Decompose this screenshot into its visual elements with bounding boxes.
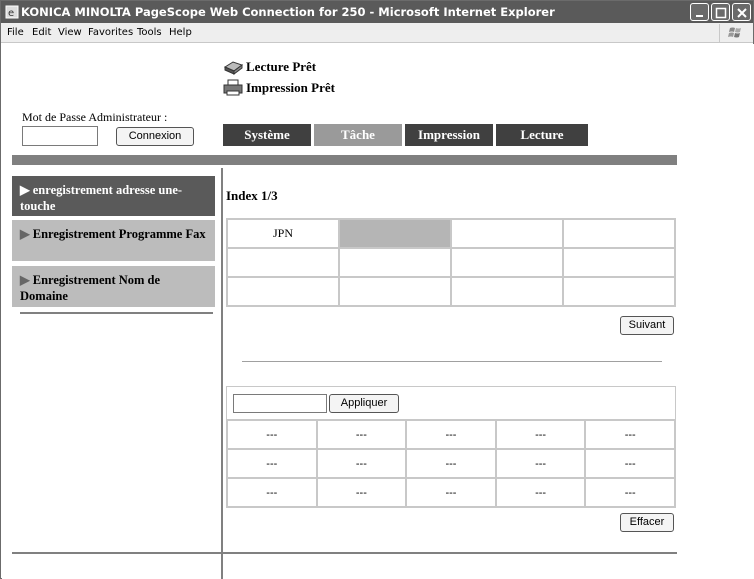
menu-view[interactable]: View (58, 27, 82, 38)
entry-cell[interactable]: --- (585, 478, 675, 507)
apply-row: Appliquer (226, 386, 676, 420)
table-row: --- --- --- --- --- (227, 449, 675, 478)
entry-cell[interactable]: --- (227, 420, 317, 449)
maximize-button[interactable] (711, 3, 730, 21)
entry-cell[interactable]: --- (406, 420, 496, 449)
header-divider-bar (12, 155, 677, 165)
ie-app-icon: e (5, 5, 19, 19)
entry-cell[interactable]: --- (495, 449, 586, 478)
entry-cell[interactable]: --- (495, 420, 586, 449)
tab-impression[interactable]: Impression (405, 124, 493, 146)
entry-cell[interactable]: --- (406, 449, 496, 478)
index-cell[interactable] (339, 219, 451, 248)
index-cell[interactable] (563, 248, 675, 277)
index-cell[interactable] (451, 248, 563, 277)
window-title: KONICA MINOLTA PageScope Web Connection … (21, 5, 555, 19)
sidebar-item-one-touch[interactable]: ▶ enregistrement adresse une-touche (12, 176, 215, 216)
sidebar-item-fax-program[interactable]: ▶ Enregistrement Programme Fax (12, 220, 215, 261)
index-cell[interactable] (563, 219, 675, 248)
svg-text:e: e (8, 8, 14, 19)
close-icon (737, 8, 747, 18)
entry-cell[interactable]: --- (585, 449, 675, 478)
footer-divider (12, 552, 677, 554)
entry-cell[interactable]: --- (406, 478, 496, 507)
menu-help[interactable]: Help (169, 27, 192, 38)
index-cell[interactable] (451, 219, 563, 248)
triangle-right-icon: ▶ (20, 183, 33, 197)
printer-status: Impression Prêt (246, 80, 335, 95)
index-cell[interactable] (339, 248, 451, 277)
entry-cell[interactable]: --- (316, 449, 407, 478)
browser-window: e KONICA MINOLTA PageScope Web Connectio… (0, 0, 754, 579)
sidebar-item-label: enregistrement adresse une-touche (20, 183, 183, 213)
tab-systeme[interactable]: Système (223, 124, 311, 146)
login-button[interactable]: Connexion (116, 127, 194, 146)
close-button[interactable] (732, 3, 751, 21)
table-row (227, 277, 675, 306)
sidebar-item-domain-name[interactable]: ▶ Enregistrement Nom de Domaine (12, 266, 215, 307)
index-title: Index 1/3 (226, 188, 278, 203)
menu-file[interactable]: File (7, 27, 24, 38)
sidebar-item-label: Enregistrement Nom de Domaine (20, 273, 161, 303)
apply-button[interactable]: Appliquer (329, 394, 399, 413)
index-cell[interactable]: JPN (227, 219, 339, 248)
windows-flag-icon (719, 24, 749, 42)
printer-icon (223, 79, 243, 96)
entry-cell[interactable]: --- (316, 478, 407, 507)
scanner-status: Lecture Prêt (246, 59, 317, 74)
index-cell[interactable] (227, 277, 339, 306)
triangle-right-icon: ▶ (20, 227, 33, 241)
index-cell[interactable] (451, 277, 563, 306)
table-row: --- --- --- --- --- (227, 420, 675, 449)
sidebar-item-label: Enregistrement Programme Fax (32, 227, 206, 241)
minimize-icon (696, 15, 703, 17)
table-row: --- --- --- --- --- (227, 478, 675, 507)
next-button[interactable]: Suivant (620, 316, 674, 335)
entry-cell[interactable]: --- (227, 478, 317, 507)
menu-tools[interactable]: Tools (137, 27, 162, 38)
admin-password-label: Mot de Passe Administrateur : (22, 110, 168, 124)
page-content: Lecture Prêt Impression Prêt Mot de Pass… (2, 44, 754, 579)
entry-cell[interactable]: --- (316, 420, 407, 449)
admin-password-input[interactable] (22, 126, 98, 146)
table-row: JPN (227, 219, 675, 248)
maximize-icon (715, 7, 727, 19)
menu-bar: File Edit View Favorites Tools Help (1, 23, 753, 43)
scanner-icon (223, 61, 244, 75)
vertical-divider (221, 168, 223, 579)
menu-favorites[interactable]: Favorites (88, 27, 133, 38)
sidebar-divider (20, 312, 213, 314)
apply-input[interactable] (233, 394, 327, 413)
tab-tache[interactable]: Tâche (314, 124, 402, 146)
index-cell[interactable] (339, 277, 451, 306)
triangle-right-icon: ▶ (20, 273, 33, 287)
menu-edit[interactable]: Edit (32, 27, 51, 38)
tab-lecture[interactable]: Lecture (496, 124, 588, 146)
clear-button[interactable]: Effacer (620, 513, 674, 532)
index-grid: JPN (226, 218, 676, 307)
entry-grid: --- --- --- --- --- --- --- --- --- --- … (226, 419, 676, 508)
minimize-button[interactable] (690, 3, 709, 21)
entry-cell[interactable]: --- (227, 449, 317, 478)
index-cell[interactable] (227, 248, 339, 277)
table-row (227, 248, 675, 277)
section-divider (242, 361, 662, 362)
entry-cell[interactable]: --- (585, 420, 675, 449)
entry-cell[interactable]: --- (495, 478, 586, 507)
title-bar[interactable]: e KONICA MINOLTA PageScope Web Connectio… (1, 1, 753, 23)
index-cell[interactable] (563, 277, 675, 306)
